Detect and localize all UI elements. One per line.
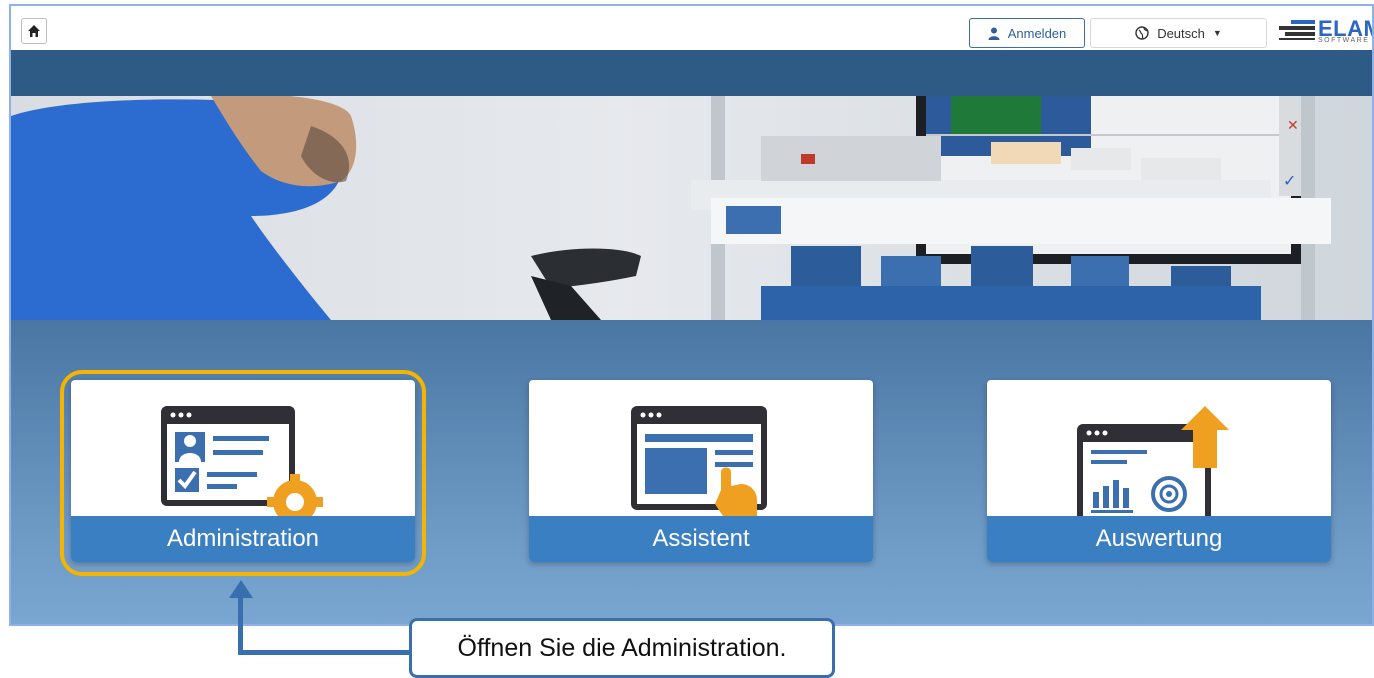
arrow-up-icon (229, 580, 253, 598)
svg-text:✓: ✓ (1283, 171, 1296, 190)
globe-icon (1135, 26, 1149, 40)
home-icon (28, 25, 40, 37)
home-button[interactable] (21, 18, 47, 44)
login-button[interactable]: Anmelden (969, 18, 1085, 48)
svg-text:✕: ✕ (1287, 118, 1299, 134)
callout-text: Öffnen Sie die Administration. (457, 633, 787, 662)
tile-auswertung[interactable]: Auswertung (987, 380, 1331, 562)
logo-subtext: SOFTWARE (1318, 37, 1370, 44)
login-label: Anmelden (1007, 25, 1067, 41)
arrow-shaft (238, 594, 243, 654)
tile-assistent[interactable]: Assistent (529, 380, 873, 562)
language-dropdown[interactable]: Deutsch ▼ (1090, 18, 1267, 48)
top-bar: Anmelden Deutsch ▼ ELAM SOFTWARE (11, 6, 1372, 50)
highlight-frame (60, 370, 426, 576)
language-label: Deutsch (1157, 25, 1205, 41)
analytics-chart-icon (1077, 406, 1229, 522)
tile-label-assistent: Assistent (529, 516, 873, 562)
hero-illustration: ✕ ✓ (11, 96, 1331, 320)
tile-label-auswertung: Auswertung (987, 516, 1331, 562)
arrow-connector (238, 650, 411, 655)
chevron-down-icon: ▼ (1212, 28, 1222, 38)
hero-image: ✕ ✓ (11, 96, 1372, 320)
assistant-touch-icon (631, 406, 767, 522)
instruction-callout: Öffnen Sie die Administration. (409, 618, 835, 678)
user-icon (988, 27, 1000, 40)
nav-band (11, 50, 1372, 96)
